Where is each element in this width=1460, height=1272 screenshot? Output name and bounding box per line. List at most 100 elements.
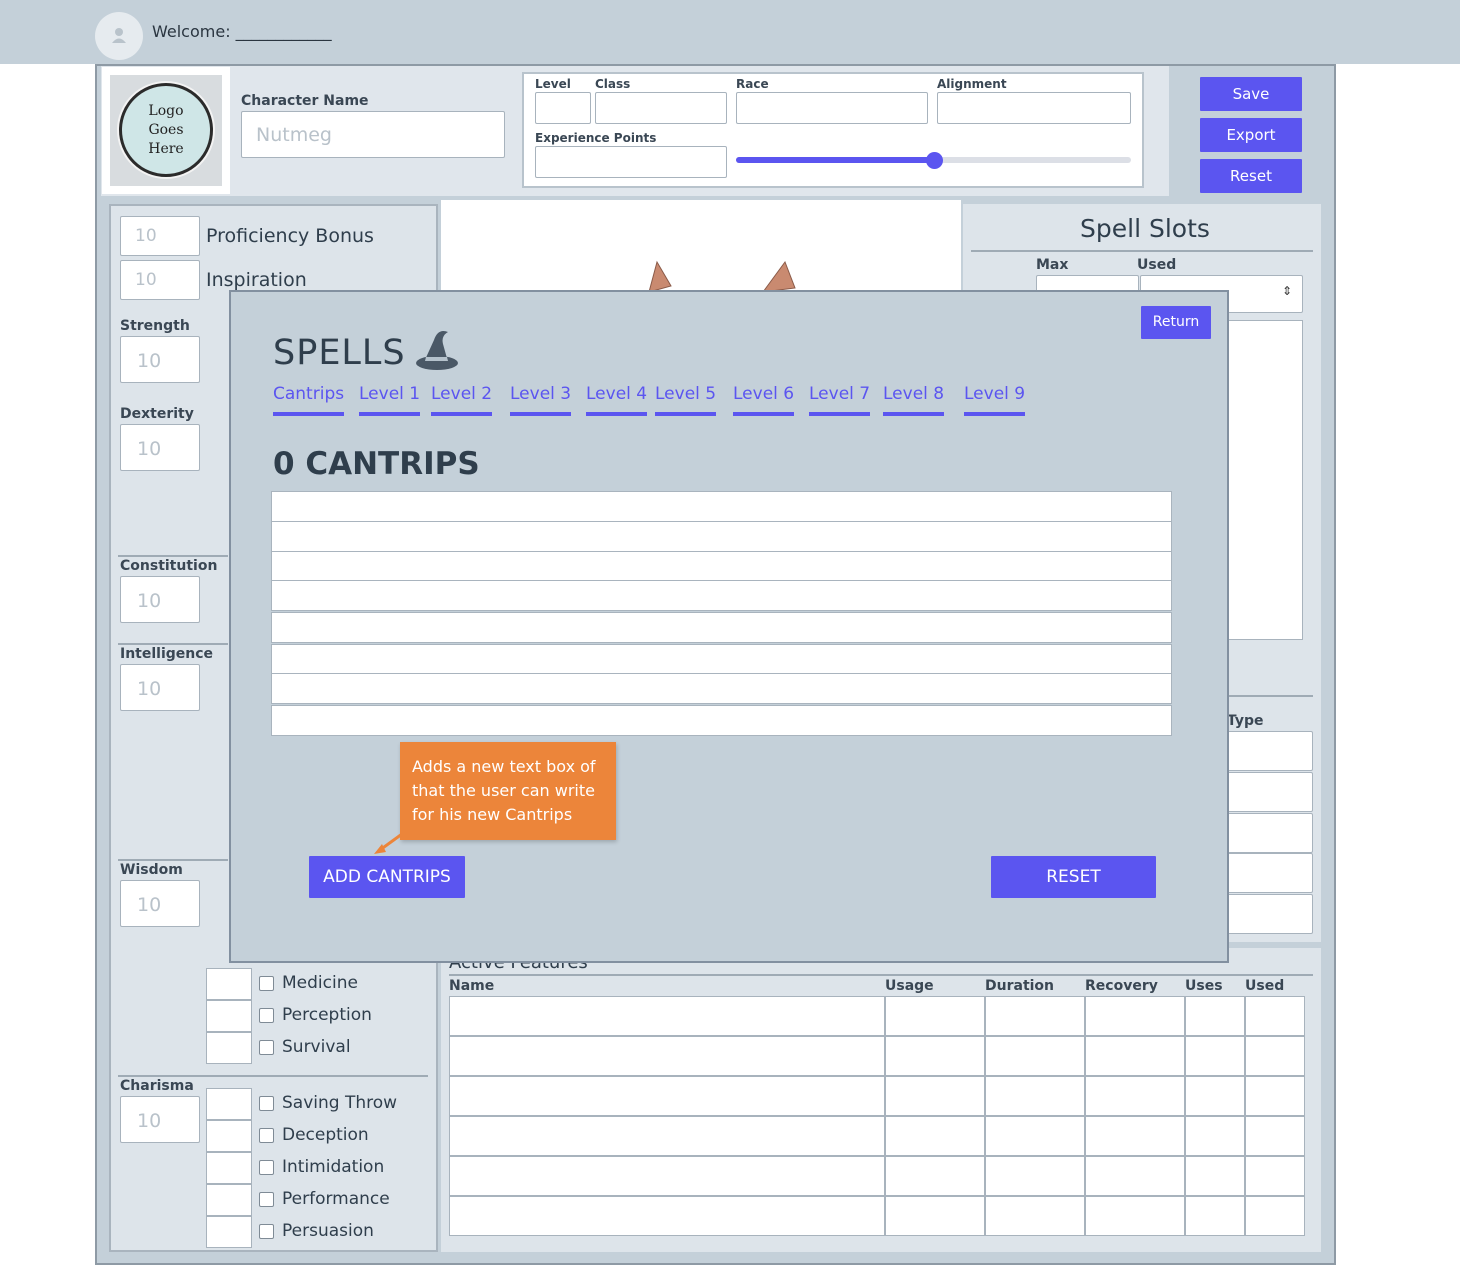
feature-cell[interactable] — [985, 1196, 1085, 1236]
skill-modifier-box[interactable] — [206, 1216, 252, 1248]
feature-cell[interactable] — [1185, 1076, 1245, 1116]
skill-checkbox[interactable] — [259, 1192, 274, 1207]
skill-checkbox[interactable] — [259, 976, 274, 991]
skill-modifier-box[interactable] — [206, 1000, 252, 1032]
skill-checkbox[interactable] — [259, 1224, 274, 1239]
inspiration-input[interactable]: 10 — [120, 260, 200, 300]
feature-cell[interactable] — [1085, 996, 1185, 1036]
feature-cell[interactable] — [449, 1156, 885, 1196]
feature-cell[interactable] — [1085, 1156, 1185, 1196]
tab-level-7[interactable]: Level 7 — [809, 384, 871, 416]
feature-cell[interactable] — [1245, 1036, 1305, 1076]
spell-row[interactable] — [271, 580, 1172, 611]
tab-cantrips[interactable]: Cantrips — [273, 384, 345, 416]
feature-cell[interactable] — [449, 1076, 885, 1116]
skill-checkbox[interactable] — [259, 1040, 274, 1055]
spell-slot-list[interactable] — [1225, 320, 1303, 640]
feature-cell[interactable] — [885, 1156, 985, 1196]
feature-cell[interactable] — [1245, 1156, 1305, 1196]
tab-level-3[interactable]: Level 3 — [510, 384, 572, 416]
character-name-input[interactable]: Nutmeg — [241, 111, 505, 158]
xp-slider-thumb[interactable] — [926, 152, 943, 169]
skill-modifier-box[interactable] — [206, 1088, 252, 1120]
feature-cell[interactable] — [885, 1076, 985, 1116]
type-input[interactable] — [1225, 772, 1313, 812]
feature-cell[interactable] — [1185, 1156, 1245, 1196]
feature-cell[interactable] — [1085, 1076, 1185, 1116]
proficiency-input[interactable]: 10 — [120, 216, 200, 256]
tab-level-5[interactable]: Level 5 — [655, 384, 717, 416]
xp-input[interactable] — [535, 146, 727, 178]
skill-checkbox[interactable] — [259, 1096, 274, 1111]
strength-input[interactable]: 10 — [120, 336, 200, 383]
type-input[interactable] — [1225, 813, 1313, 853]
type-input[interactable] — [1225, 894, 1313, 934]
skill-checkbox[interactable] — [259, 1160, 274, 1175]
dexterity-input[interactable]: 10 — [120, 424, 200, 471]
feature-cell[interactable] — [1085, 1036, 1185, 1076]
feature-cell[interactable] — [449, 996, 885, 1036]
divider — [118, 859, 228, 861]
tab-level-8[interactable]: Level 8 — [883, 384, 945, 416]
spell-row[interactable] — [271, 521, 1172, 552]
feature-cell[interactable] — [1185, 1116, 1245, 1156]
feature-cell[interactable] — [449, 1196, 885, 1236]
spell-row[interactable] — [271, 705, 1172, 736]
feature-cell[interactable] — [885, 1196, 985, 1236]
tab-level-9[interactable]: Level 9 — [964, 384, 1026, 416]
save-button[interactable]: Save — [1200, 77, 1302, 111]
charisma-input[interactable]: 10 — [120, 1096, 200, 1143]
reset-button[interactable]: Reset — [1200, 159, 1302, 193]
feature-cell[interactable] — [885, 1036, 985, 1076]
tab-level-4[interactable]: Level 4 — [586, 384, 648, 416]
user-avatar[interactable] — [95, 12, 143, 60]
skill-modifier-box[interactable] — [206, 1032, 252, 1064]
feature-cell[interactable] — [1245, 1076, 1305, 1116]
skill-checkbox[interactable] — [259, 1008, 274, 1023]
constitution-input[interactable]: 10 — [120, 576, 200, 623]
wisdom-input[interactable]: 10 — [120, 880, 200, 927]
export-button[interactable]: Export — [1200, 118, 1302, 152]
spells-reset-button[interactable]: RESET — [991, 856, 1156, 898]
feature-cell[interactable] — [1085, 1116, 1185, 1156]
feature-cell[interactable] — [985, 1076, 1085, 1116]
return-button[interactable]: Return — [1141, 306, 1211, 339]
spell-row[interactable] — [271, 612, 1172, 643]
skill-modifier-box[interactable] — [206, 1152, 252, 1184]
feature-cell[interactable] — [985, 1116, 1085, 1156]
tab-level-6[interactable]: Level 6 — [733, 384, 795, 416]
feature-cell[interactable] — [985, 1036, 1085, 1076]
skill-modifier-box[interactable] — [206, 1184, 252, 1216]
tab-level-1[interactable]: Level 1 — [359, 384, 421, 416]
spell-row[interactable] — [271, 673, 1172, 704]
class-input[interactable] — [595, 92, 727, 124]
feature-cell[interactable] — [1185, 1036, 1245, 1076]
skill-modifier-box[interactable] — [206, 1120, 252, 1152]
tab-level-2[interactable]: Level 2 — [431, 384, 493, 416]
level-input[interactable] — [535, 92, 591, 124]
skill-modifier-box[interactable] — [206, 968, 252, 1000]
feature-cell[interactable] — [1245, 1116, 1305, 1156]
feature-cell[interactable] — [985, 1156, 1085, 1196]
feature-cell[interactable] — [885, 1116, 985, 1156]
skill-checkbox[interactable] — [259, 1128, 274, 1143]
feature-cell[interactable] — [1085, 1196, 1185, 1236]
race-input[interactable] — [736, 92, 928, 124]
alignment-input[interactable] — [937, 92, 1131, 124]
feature-cell[interactable] — [1185, 1196, 1245, 1236]
type-input[interactable] — [1225, 853, 1313, 893]
feature-cell[interactable] — [1185, 996, 1245, 1036]
xp-label: Experience Points — [535, 131, 657, 145]
feature-cell[interactable] — [1245, 1196, 1305, 1236]
type-input[interactable] — [1225, 731, 1313, 771]
feature-cell[interactable] — [1245, 996, 1305, 1036]
feature-cell[interactable] — [449, 1116, 885, 1156]
feature-cell[interactable] — [449, 1036, 885, 1076]
feature-cell[interactable] — [985, 996, 1085, 1036]
spell-row[interactable] — [271, 644, 1172, 675]
spell-row[interactable] — [271, 491, 1172, 522]
add-cantrips-button[interactable]: ADD CANTRIPS — [309, 856, 465, 898]
intelligence-input[interactable]: 10 — [120, 664, 200, 711]
feature-cell[interactable] — [885, 996, 985, 1036]
spell-row[interactable] — [271, 551, 1172, 582]
